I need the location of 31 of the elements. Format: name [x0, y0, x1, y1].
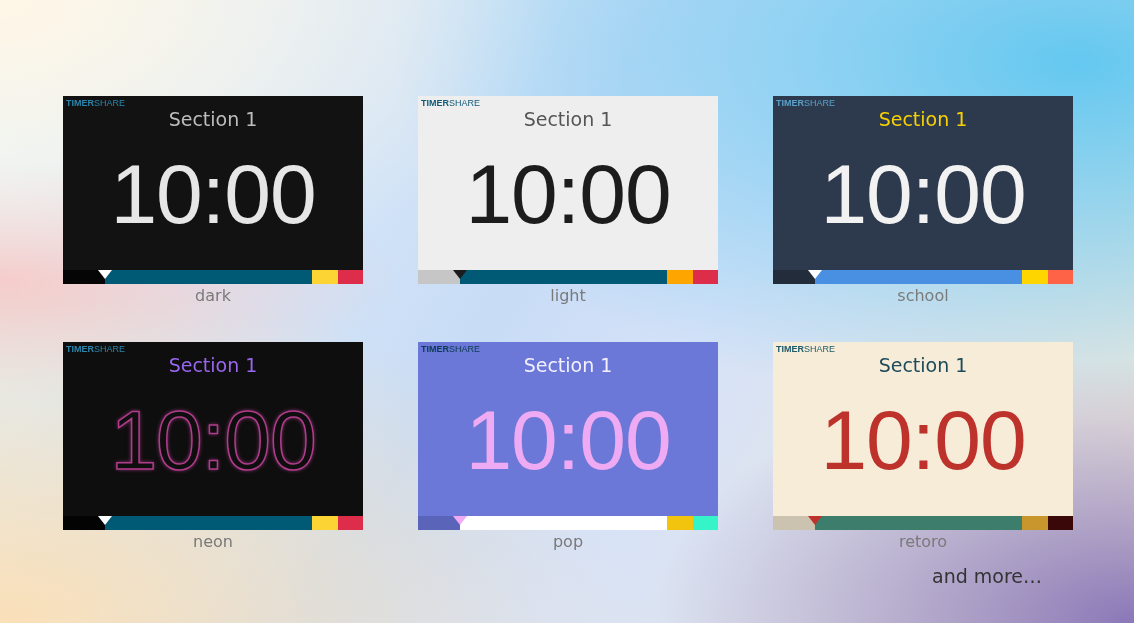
timer-digits: 10:00	[465, 146, 671, 243]
logo: TIMERSHARE	[776, 344, 835, 354]
theme-name: neon	[193, 531, 233, 553]
timer-preview[interactable]: TIMERSHARE Section 1 10:00	[418, 342, 718, 530]
timer-digits: 10:00	[820, 146, 1026, 243]
theme-name: pop	[552, 531, 584, 553]
logo: TIMERSHARE	[421, 344, 480, 354]
logo: TIMERSHARE	[421, 98, 480, 108]
timer-preview[interactable]: TIMERSHARE Section 1 10:00	[418, 96, 718, 284]
timer-digits: 10:00	[465, 392, 671, 489]
theme-name: school	[897, 285, 949, 307]
timer-digits: 10:00	[110, 392, 316, 489]
more-text: and more…	[932, 565, 1042, 587]
logo: TIMERSHARE	[66, 98, 125, 108]
timer-digits: 10:00	[820, 392, 1026, 489]
timer-preview[interactable]: TIMERSHARE Section 1 10:00	[63, 96, 363, 284]
logo: TIMERSHARE	[66, 344, 125, 354]
section-title: Section 1	[878, 354, 968, 376]
theme-name: dark	[195, 285, 231, 307]
logo: TIMERSHARE	[776, 98, 835, 108]
theme-name: light	[550, 285, 586, 307]
theme-name: retoro	[898, 531, 948, 553]
section-title: Section 1	[168, 354, 258, 376]
section-title: Section 1	[523, 354, 613, 376]
section-title: Section 1	[168, 108, 258, 130]
timer-digits: 10:00	[110, 146, 316, 243]
timer-preview[interactable]: TIMERSHARE Section 1 10:00	[773, 342, 1073, 530]
section-title: Section 1	[878, 108, 968, 130]
timer-preview[interactable]: TIMERSHARE Section 1 10:00	[773, 96, 1073, 284]
section-title: Section 1	[523, 108, 613, 130]
timer-preview[interactable]: TIMERSHARE Section 1 10:00	[63, 342, 363, 530]
